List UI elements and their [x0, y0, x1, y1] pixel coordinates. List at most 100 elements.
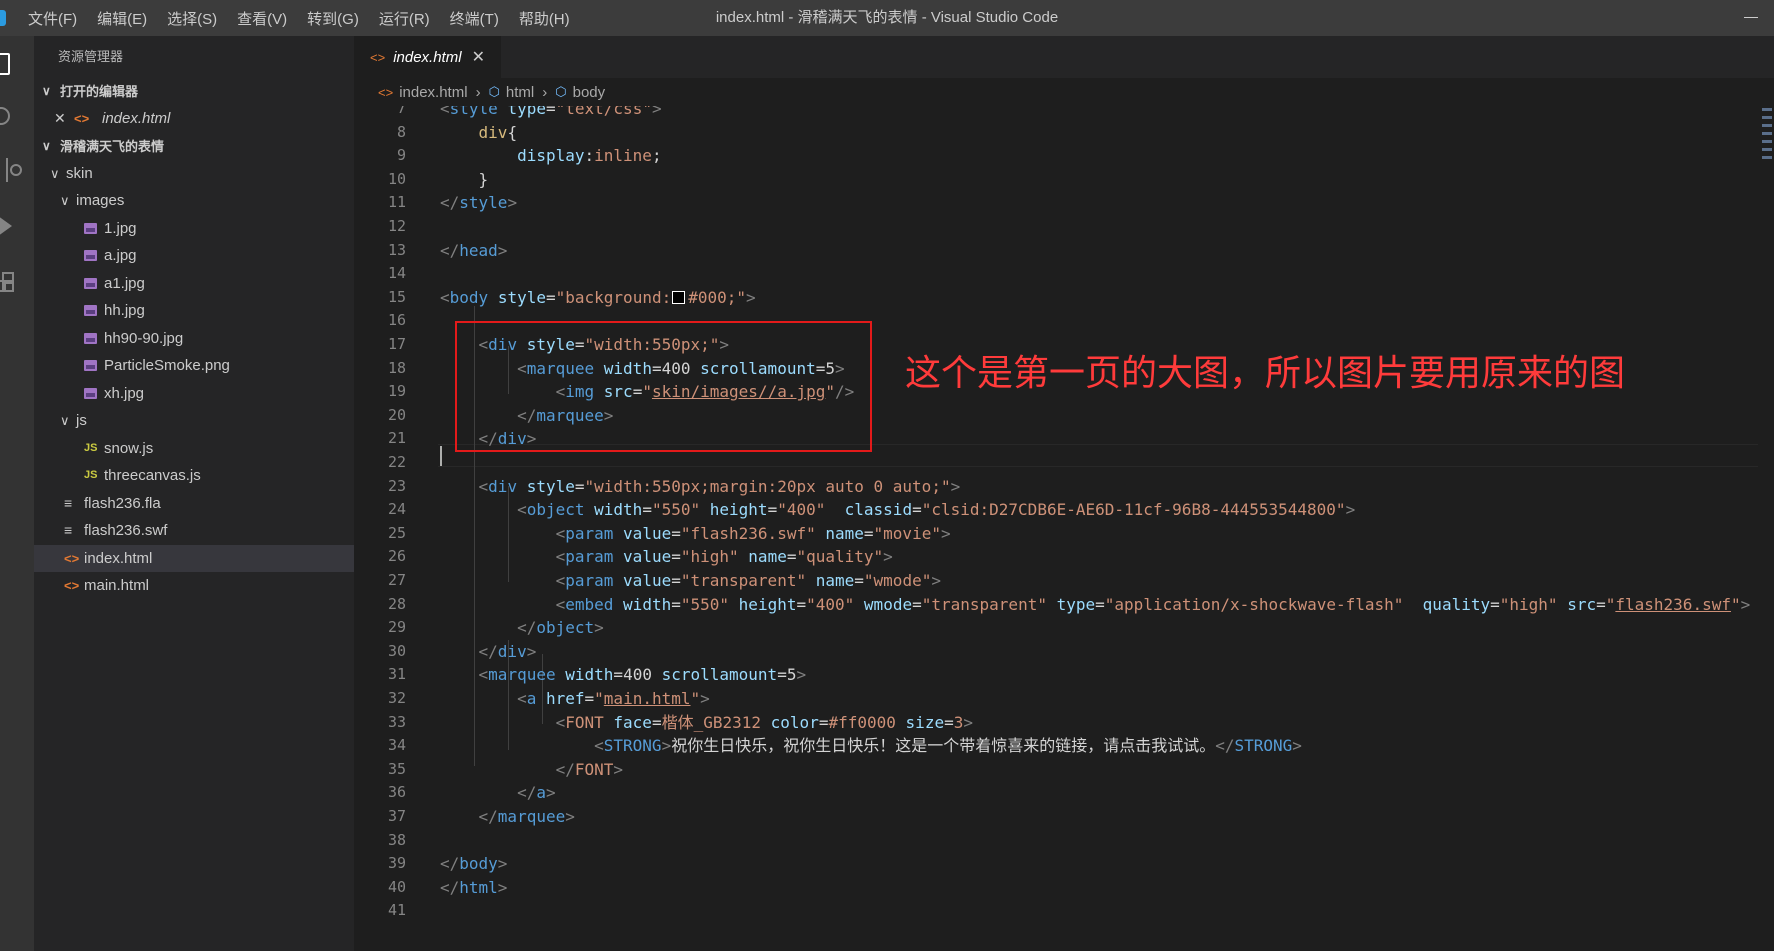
tree-file[interactable]: a.jpg — [34, 242, 354, 270]
tree-file[interactable]: ≡ flash236.swf — [34, 517, 354, 545]
tree-file[interactable]: JS threecanvas.js — [34, 462, 354, 490]
code-token: </ — [478, 641, 498, 661]
code-token: > — [883, 547, 893, 567]
tree-file[interactable]: hh90-90.jpg — [34, 325, 354, 353]
code-token: href — [545, 689, 585, 708]
tree-item-label: js — [76, 412, 87, 429]
code-token: inline — [594, 146, 652, 166]
breadcrumb: <> index.html › ⬡ html › ⬡ body — [354, 78, 1774, 106]
code-editor[interactable]: 7 <style type="text/css"> 8 div{9 display:… — [354, 106, 1774, 951]
tree-folder[interactable]: ∨ images — [34, 187, 354, 215]
line-number: 39 — [387, 854, 406, 873]
tree-item-label: xh.jpg — [104, 384, 145, 402]
code-token: width — [565, 665, 614, 685]
source-control-icon[interactable] — [0, 150, 34, 190]
code-token: ; — [651, 146, 662, 166]
code-token: </ — [517, 618, 537, 638]
code-token: < — [478, 476, 489, 496]
code-token: = — [671, 547, 681, 567]
code-token: face — [613, 712, 652, 732]
explorer-header: 资源管理器 — [58, 49, 124, 64]
breadcrumb-file[interactable]: index.html — [399, 84, 467, 101]
tab-index-html[interactable]: <> index.html ✕ — [354, 36, 501, 78]
code-token: > — [497, 877, 508, 897]
tree-file[interactable]: JS snow.js — [34, 435, 354, 463]
tree-file[interactable]: 1.jpg — [34, 215, 354, 243]
tab-label: index.html — [393, 48, 462, 66]
minimize-icon[interactable] — [1744, 17, 1758, 18]
code-text: <param value="flash236.swf" name="movie"… — [440, 522, 951, 546]
open-editor-item[interactable]: ✕ <> index.html — [34, 105, 354, 133]
open-editor-label: index.html — [102, 110, 171, 127]
code-token: FONT — [574, 759, 614, 779]
code-token: < — [555, 594, 566, 614]
code-token: FONT — [565, 712, 604, 732]
tree-file[interactable]: ParticleSmoke.png — [34, 352, 354, 380]
line-number: 31 — [387, 665, 406, 684]
open-editors-section[interactable]: ∨ 打开的编辑器 — [34, 78, 354, 105]
title-bar: 文件(F) 编辑(E) 选择(S) 查看(V) 转到(G) 运行(R) 终端(T… — [0, 0, 1774, 36]
code-token: "high" — [1499, 594, 1558, 614]
close-icon[interactable]: ✕ — [54, 105, 66, 133]
code-token: = — [767, 500, 778, 520]
close-icon[interactable]: ✕ — [472, 47, 485, 67]
code-text: </style> — [440, 191, 517, 215]
code-token: type — [1056, 594, 1096, 614]
line-number: 25 — [387, 523, 406, 542]
tree-file[interactable]: <> main.html — [34, 572, 354, 600]
code-text: <embed width="550" height="400" wmode="t… — [440, 593, 1751, 617]
code-token: > — [700, 689, 710, 708]
code-token: style — [449, 106, 498, 118]
breadcrumb-html[interactable]: html — [506, 84, 534, 101]
code-token: = — [1095, 594, 1105, 614]
code-text: <param value="high" name="quality"> — [440, 545, 893, 569]
color-swatch-icon[interactable] — [672, 290, 686, 304]
code-text: } — [440, 168, 489, 192]
tree-folder[interactable]: ∨ skin — [34, 160, 354, 188]
tree-file[interactable]: <> index.html — [34, 544, 354, 572]
tree-file[interactable]: ≡ flash236.fla — [34, 490, 354, 518]
line-number: 9 — [396, 146, 406, 165]
code-token: " — [1730, 594, 1741, 614]
tree-file[interactable]: xh.jpg — [34, 380, 354, 408]
code-token: = — [671, 571, 681, 590]
code-token: div — [478, 122, 508, 142]
code-token: #000;" — [688, 287, 747, 307]
tree-file[interactable]: hh.jpg — [34, 297, 354, 325]
code-token: "400" — [806, 594, 855, 614]
code-token: height — [738, 594, 797, 614]
run-debug-icon[interactable] — [0, 206, 34, 246]
code-token: "550" — [651, 500, 701, 520]
folder-section[interactable]: ∨ 滑稽满天飞的表情 — [34, 133, 354, 160]
code-token: < — [594, 736, 604, 756]
window-title: index.html - 滑稽满天飞的表情 - Visual Studio Co… — [715, 9, 1059, 26]
code-token: flash236.swf — [1615, 594, 1731, 614]
code-token: = — [796, 594, 807, 614]
line-number: 15 — [387, 287, 406, 306]
code-token: > — [931, 571, 941, 590]
files-icon[interactable] — [0, 44, 34, 84]
code-token: = — [777, 665, 787, 685]
line-number: 11 — [387, 193, 406, 212]
tree-file[interactable]: a1.jpg — [34, 270, 354, 298]
code-token: type — [507, 106, 546, 118]
code-token: > — [594, 618, 604, 638]
tree-item-label: threecanvas.js — [104, 467, 201, 484]
code-token: marquee — [497, 807, 566, 826]
code-token: value — [623, 523, 672, 543]
tree-folder[interactable]: ∨ js — [34, 407, 354, 435]
breadcrumb-body[interactable]: body — [573, 84, 606, 101]
image-file-icon — [84, 360, 97, 371]
line-number: 41 — [387, 901, 406, 920]
extensions-icon[interactable] — [0, 262, 34, 302]
editor-scrollbar[interactable] — [1760, 106, 1774, 951]
search-icon[interactable] — [0, 96, 34, 136]
